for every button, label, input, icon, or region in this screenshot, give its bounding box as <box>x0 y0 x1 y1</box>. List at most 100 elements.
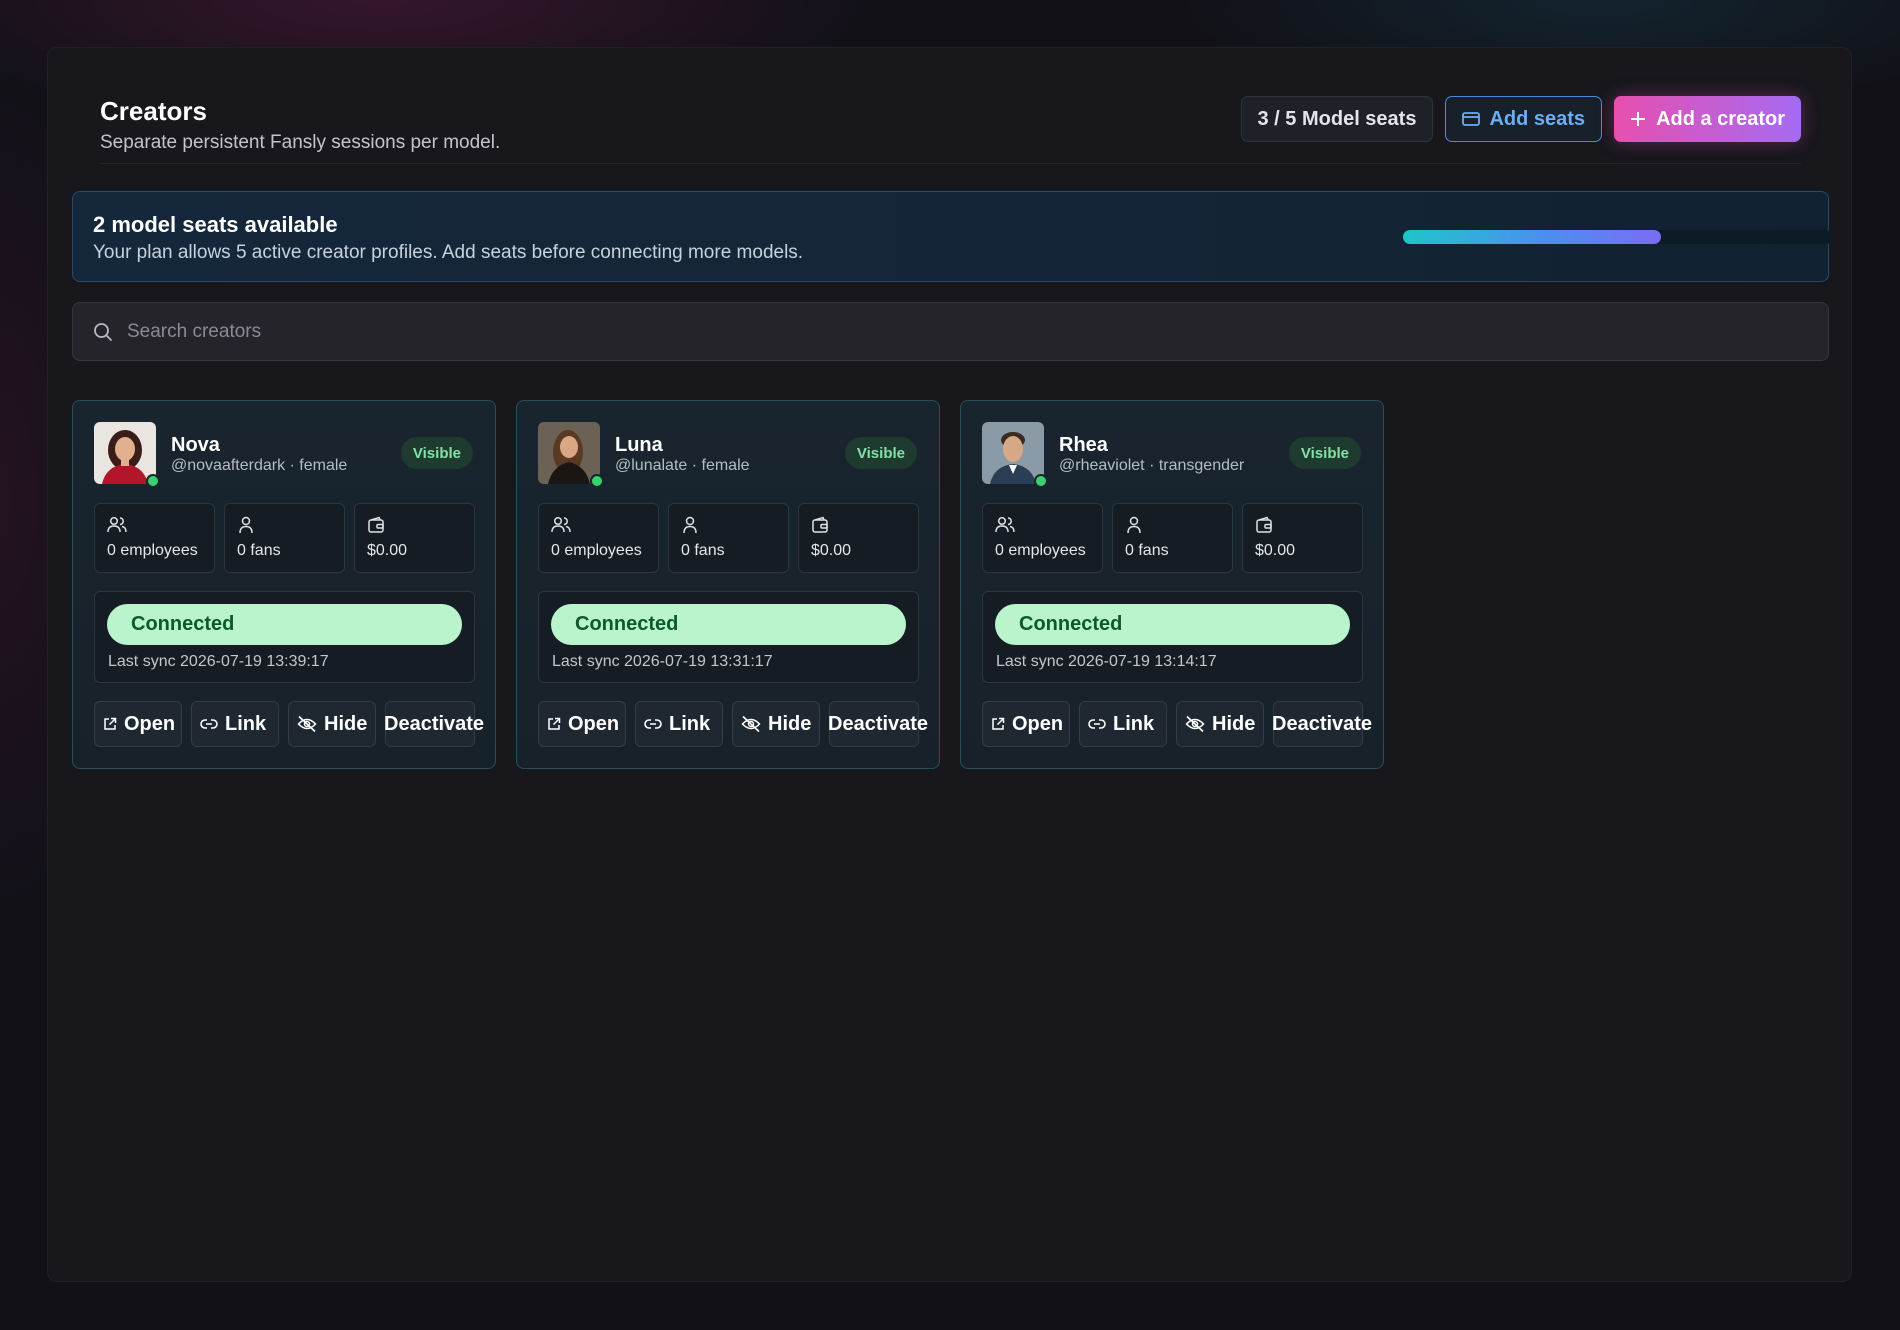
online-status-dot <box>146 474 160 488</box>
employees-count: 0 employees <box>551 542 642 559</box>
seat-usage-progress <box>1403 230 1833 244</box>
deactivate-label: Deactivate <box>384 712 485 735</box>
deactivate-button[interactable]: Deactivate <box>384 701 484 747</box>
link-button[interactable]: Link <box>191 701 279 747</box>
deactivate-label: Deactivate <box>828 712 929 735</box>
creator-stats: 0 employees 0 fans $0.00 <box>982 503 1363 573</box>
employees-stat: 0 employees <box>94 503 215 573</box>
link-label: Link <box>225 712 267 735</box>
creator-handle: @novaafterdark · female <box>171 457 348 474</box>
creator-card: Luna @lunalate · female Visible 0 employ… <box>516 400 940 769</box>
banner-title: 2 model seats available <box>93 212 338 237</box>
fans-stat: 0 fans <box>668 503 789 573</box>
hide-button[interactable]: Hide <box>1176 701 1264 747</box>
open-button[interactable]: Open <box>94 701 182 747</box>
revenue-stat: $0.00 <box>354 503 475 573</box>
open-button[interactable]: Open <box>538 701 626 747</box>
employees-count: 0 employees <box>107 542 198 559</box>
connection-status-pill: Connected <box>551 604 906 645</box>
open-label: Open <box>1012 712 1064 735</box>
creator-actions: Open Link Hide Deactivate <box>982 701 1372 747</box>
fans-count: 0 fans <box>681 542 725 559</box>
link-icon <box>200 718 218 730</box>
add-seats-button[interactable]: Add seats <box>1445 96 1603 142</box>
page-title: Creators <box>100 96 207 126</box>
seat-usage-fill <box>1403 230 1661 244</box>
add-seats-label: Add seats <box>1489 107 1586 130</box>
link-button[interactable]: Link <box>1079 701 1167 747</box>
link-label: Link <box>1113 712 1155 735</box>
deactivate-button[interactable]: Deactivate <box>1272 701 1372 747</box>
creator-card: Rhea @rheaviolet · transgender Visible 0… <box>960 400 1384 769</box>
search-bar <box>72 302 1829 361</box>
search-icon <box>93 322 113 342</box>
open-label: Open <box>568 712 620 735</box>
seat-count-badge: 3 / 5 Model seats <box>1240 96 1434 142</box>
revenue-amount: $0.00 <box>367 542 408 559</box>
creator-actions: Open Link Hide Deactivate <box>94 701 484 747</box>
last-sync-text: Last sync 2026-07-19 13:14:17 <box>996 653 1217 670</box>
deactivate-label: Deactivate <box>1272 712 1373 735</box>
creator-name: Nova <box>171 434 220 456</box>
link-button[interactable]: Link <box>635 701 723 747</box>
banner-text: Your plan allows 5 active creator profil… <box>93 242 804 263</box>
creator-stats: 0 employees 0 fans $0.00 <box>538 503 919 573</box>
creator-cards: Nova @novaafterdark · female Visible 0 e… <box>72 400 1384 769</box>
add-creator-label: Add a creator <box>1656 107 1785 130</box>
connection-status-box: Connected Last sync 2026-07-19 13:39:17 <box>94 591 475 683</box>
user-icon <box>681 516 776 534</box>
link-icon <box>644 718 662 730</box>
fans-stat: 0 fans <box>224 503 345 573</box>
online-status-dot <box>590 474 604 488</box>
creator-name: Luna <box>615 434 663 456</box>
visibility-badge: Visible <box>1288 437 1361 469</box>
add-creator-button[interactable]: Add a creator <box>1614 96 1801 142</box>
avatar <box>94 422 160 488</box>
header-actions: 3 / 5 Model seats Add seats Add a creato… <box>1240 96 1801 142</box>
card-icon <box>1462 112 1481 126</box>
open-label: Open <box>124 712 176 735</box>
page-header: Creators Separate persistent Fansly sess… <box>100 96 1801 164</box>
user-icon <box>1125 516 1220 534</box>
eye-off-icon <box>1185 715 1205 733</box>
open-button[interactable]: Open <box>982 701 1070 747</box>
search-input[interactable] <box>127 320 1828 343</box>
revenue-stat: $0.00 <box>1242 503 1363 573</box>
creator-actions: Open Link Hide Deactivate <box>538 701 928 747</box>
revenue-amount: $0.00 <box>811 542 852 559</box>
visibility-badge: Visible <box>844 437 917 469</box>
visibility-badge: Visible <box>400 437 473 469</box>
page-subtitle: Separate persistent Fansly sessions per … <box>100 132 501 153</box>
fans-count: 0 fans <box>237 542 281 559</box>
creator-name: Rhea <box>1059 434 1108 456</box>
hide-button[interactable]: Hide <box>288 701 376 747</box>
fans-count: 0 fans <box>1125 542 1169 559</box>
employees-count: 0 employees <box>995 542 1086 559</box>
creator-card: Nova @novaafterdark · female Visible 0 e… <box>72 400 496 769</box>
creator-handle: @rheaviolet · transgender <box>1059 457 1245 474</box>
external-link-icon <box>991 717 1005 731</box>
last-sync-text: Last sync 2026-07-19 13:31:17 <box>552 653 773 670</box>
connection-status-pill: Connected <box>995 604 1350 645</box>
connection-status-pill: Connected <box>107 604 462 645</box>
seats-available-banner: 2 model seats available Your plan allows… <box>72 191 1833 282</box>
plus-icon <box>1630 111 1646 127</box>
hide-label: Hide <box>768 712 812 735</box>
hide-label: Hide <box>1212 712 1256 735</box>
eye-off-icon <box>297 715 317 733</box>
hide-button[interactable]: Hide <box>732 701 820 747</box>
deactivate-button[interactable]: Deactivate <box>828 701 928 747</box>
creator-handle: @lunalate · female <box>615 457 750 474</box>
avatar <box>538 422 604 488</box>
wallet-icon <box>367 516 462 534</box>
users-icon <box>551 516 646 534</box>
online-status-dot <box>1034 474 1048 488</box>
users-icon <box>995 516 1090 534</box>
last-sync-text: Last sync 2026-07-19 13:39:17 <box>108 653 329 670</box>
wallet-icon <box>1255 516 1350 534</box>
wallet-icon <box>811 516 906 534</box>
revenue-amount: $0.00 <box>1255 542 1296 559</box>
link-icon <box>1088 718 1106 730</box>
connection-status-box: Connected Last sync 2026-07-19 13:14:17 <box>982 591 1363 683</box>
revenue-stat: $0.00 <box>798 503 919 573</box>
